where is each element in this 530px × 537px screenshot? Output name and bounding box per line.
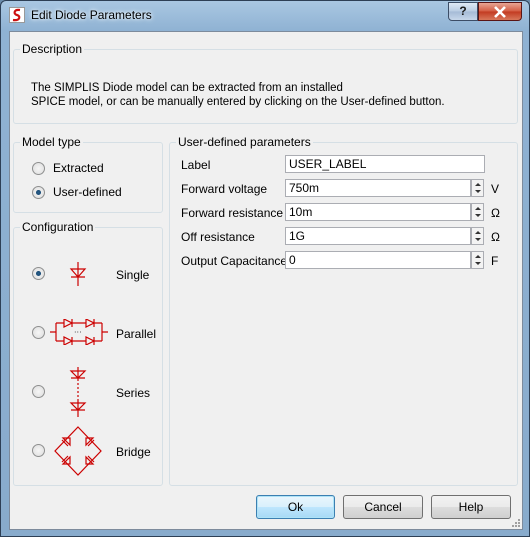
forward-resistance-label: Forward resistance (181, 206, 284, 220)
model-type-group: Model type (13, 135, 163, 213)
dialog-window: Edit Diode Parameters ? Description The … (0, 0, 530, 537)
model-type-extracted[interactable]: Extracted (32, 160, 104, 176)
series-diode-icon (69, 367, 87, 417)
svg-text:···: ··· (74, 328, 82, 337)
config-single-radio[interactable] (32, 267, 45, 280)
forward-voltage-label: Forward voltage (181, 182, 268, 196)
user-defined-radio[interactable] (32, 185, 45, 199)
output-capacitance-unit: F (491, 254, 499, 268)
forward-resistance-input[interactable]: 10m (285, 203, 471, 221)
user-defined-label: User-defined (53, 185, 122, 199)
single-diode-icon (69, 262, 87, 286)
model-type-user-defined[interactable]: User-defined (32, 184, 122, 200)
simplis-app-icon (9, 7, 25, 23)
config-bridge-radio[interactable] (32, 444, 45, 457)
cancel-button[interactable]: Cancel (343, 495, 423, 519)
ok-button[interactable]: Ok (256, 495, 335, 519)
bridge-diode-icon (54, 426, 102, 476)
close-icon (494, 6, 506, 18)
title-bar[interactable]: Edit Diode Parameters ? (1, 1, 529, 31)
config-single-label[interactable]: Single (116, 268, 149, 282)
resize-grip-icon[interactable] (510, 517, 520, 527)
config-series-radio[interactable] (32, 385, 45, 398)
forward-voltage-spinner[interactable] (471, 179, 484, 197)
forward-resistance-unit: Ω (491, 206, 500, 220)
forward-voltage-unit: V (491, 182, 500, 196)
forward-voltage-input[interactable]: 750m (285, 179, 471, 197)
model-type-title: Model type (20, 135, 83, 149)
label-input[interactable]: USER_LABEL (285, 155, 485, 173)
description-text: The SIMPLIS Diode model can be extracted… (31, 81, 445, 109)
output-capacitance-label: Output Capacitance (181, 254, 288, 268)
description-line-1: The SIMPLIS Diode model can be extracted… (31, 82, 343, 94)
config-parallel-radio[interactable] (32, 326, 45, 339)
help-caption-button[interactable]: ? (448, 2, 478, 21)
config-series-label[interactable]: Series (116, 386, 150, 400)
config-bridge-label[interactable]: Bridge (116, 445, 151, 459)
label-label: Label (181, 158, 211, 172)
parallel-diode-icon: ··· (50, 319, 108, 345)
extracted-radio[interactable] (32, 161, 45, 175)
window-title: Edit Diode Parameters (31, 8, 152, 22)
forward-resistance-spinner[interactable] (471, 203, 484, 221)
off-resistance-unit: Ω (491, 230, 500, 244)
off-resistance-label: Off resistance (181, 230, 255, 244)
output-capacitance-input[interactable]: 0 (285, 251, 471, 269)
user-params-title: User-defined parameters (176, 135, 313, 149)
dialog-client: Description The SIMPLIS Diode model can … (9, 31, 523, 530)
description-line-2: SPICE model, or can be manually entered … (31, 96, 445, 108)
config-parallel-label[interactable]: Parallel (116, 327, 156, 341)
question-icon: ? (459, 4, 467, 18)
close-button[interactable] (478, 2, 522, 21)
help-button[interactable]: Help (431, 495, 511, 519)
description-title: Description (20, 42, 85, 56)
output-capacitance-spinner[interactable] (471, 251, 484, 269)
off-resistance-spinner[interactable] (471, 227, 484, 245)
extracted-label: Extracted (53, 161, 104, 175)
configuration-title: Configuration (20, 220, 96, 234)
off-resistance-input[interactable]: 1G (285, 227, 471, 245)
